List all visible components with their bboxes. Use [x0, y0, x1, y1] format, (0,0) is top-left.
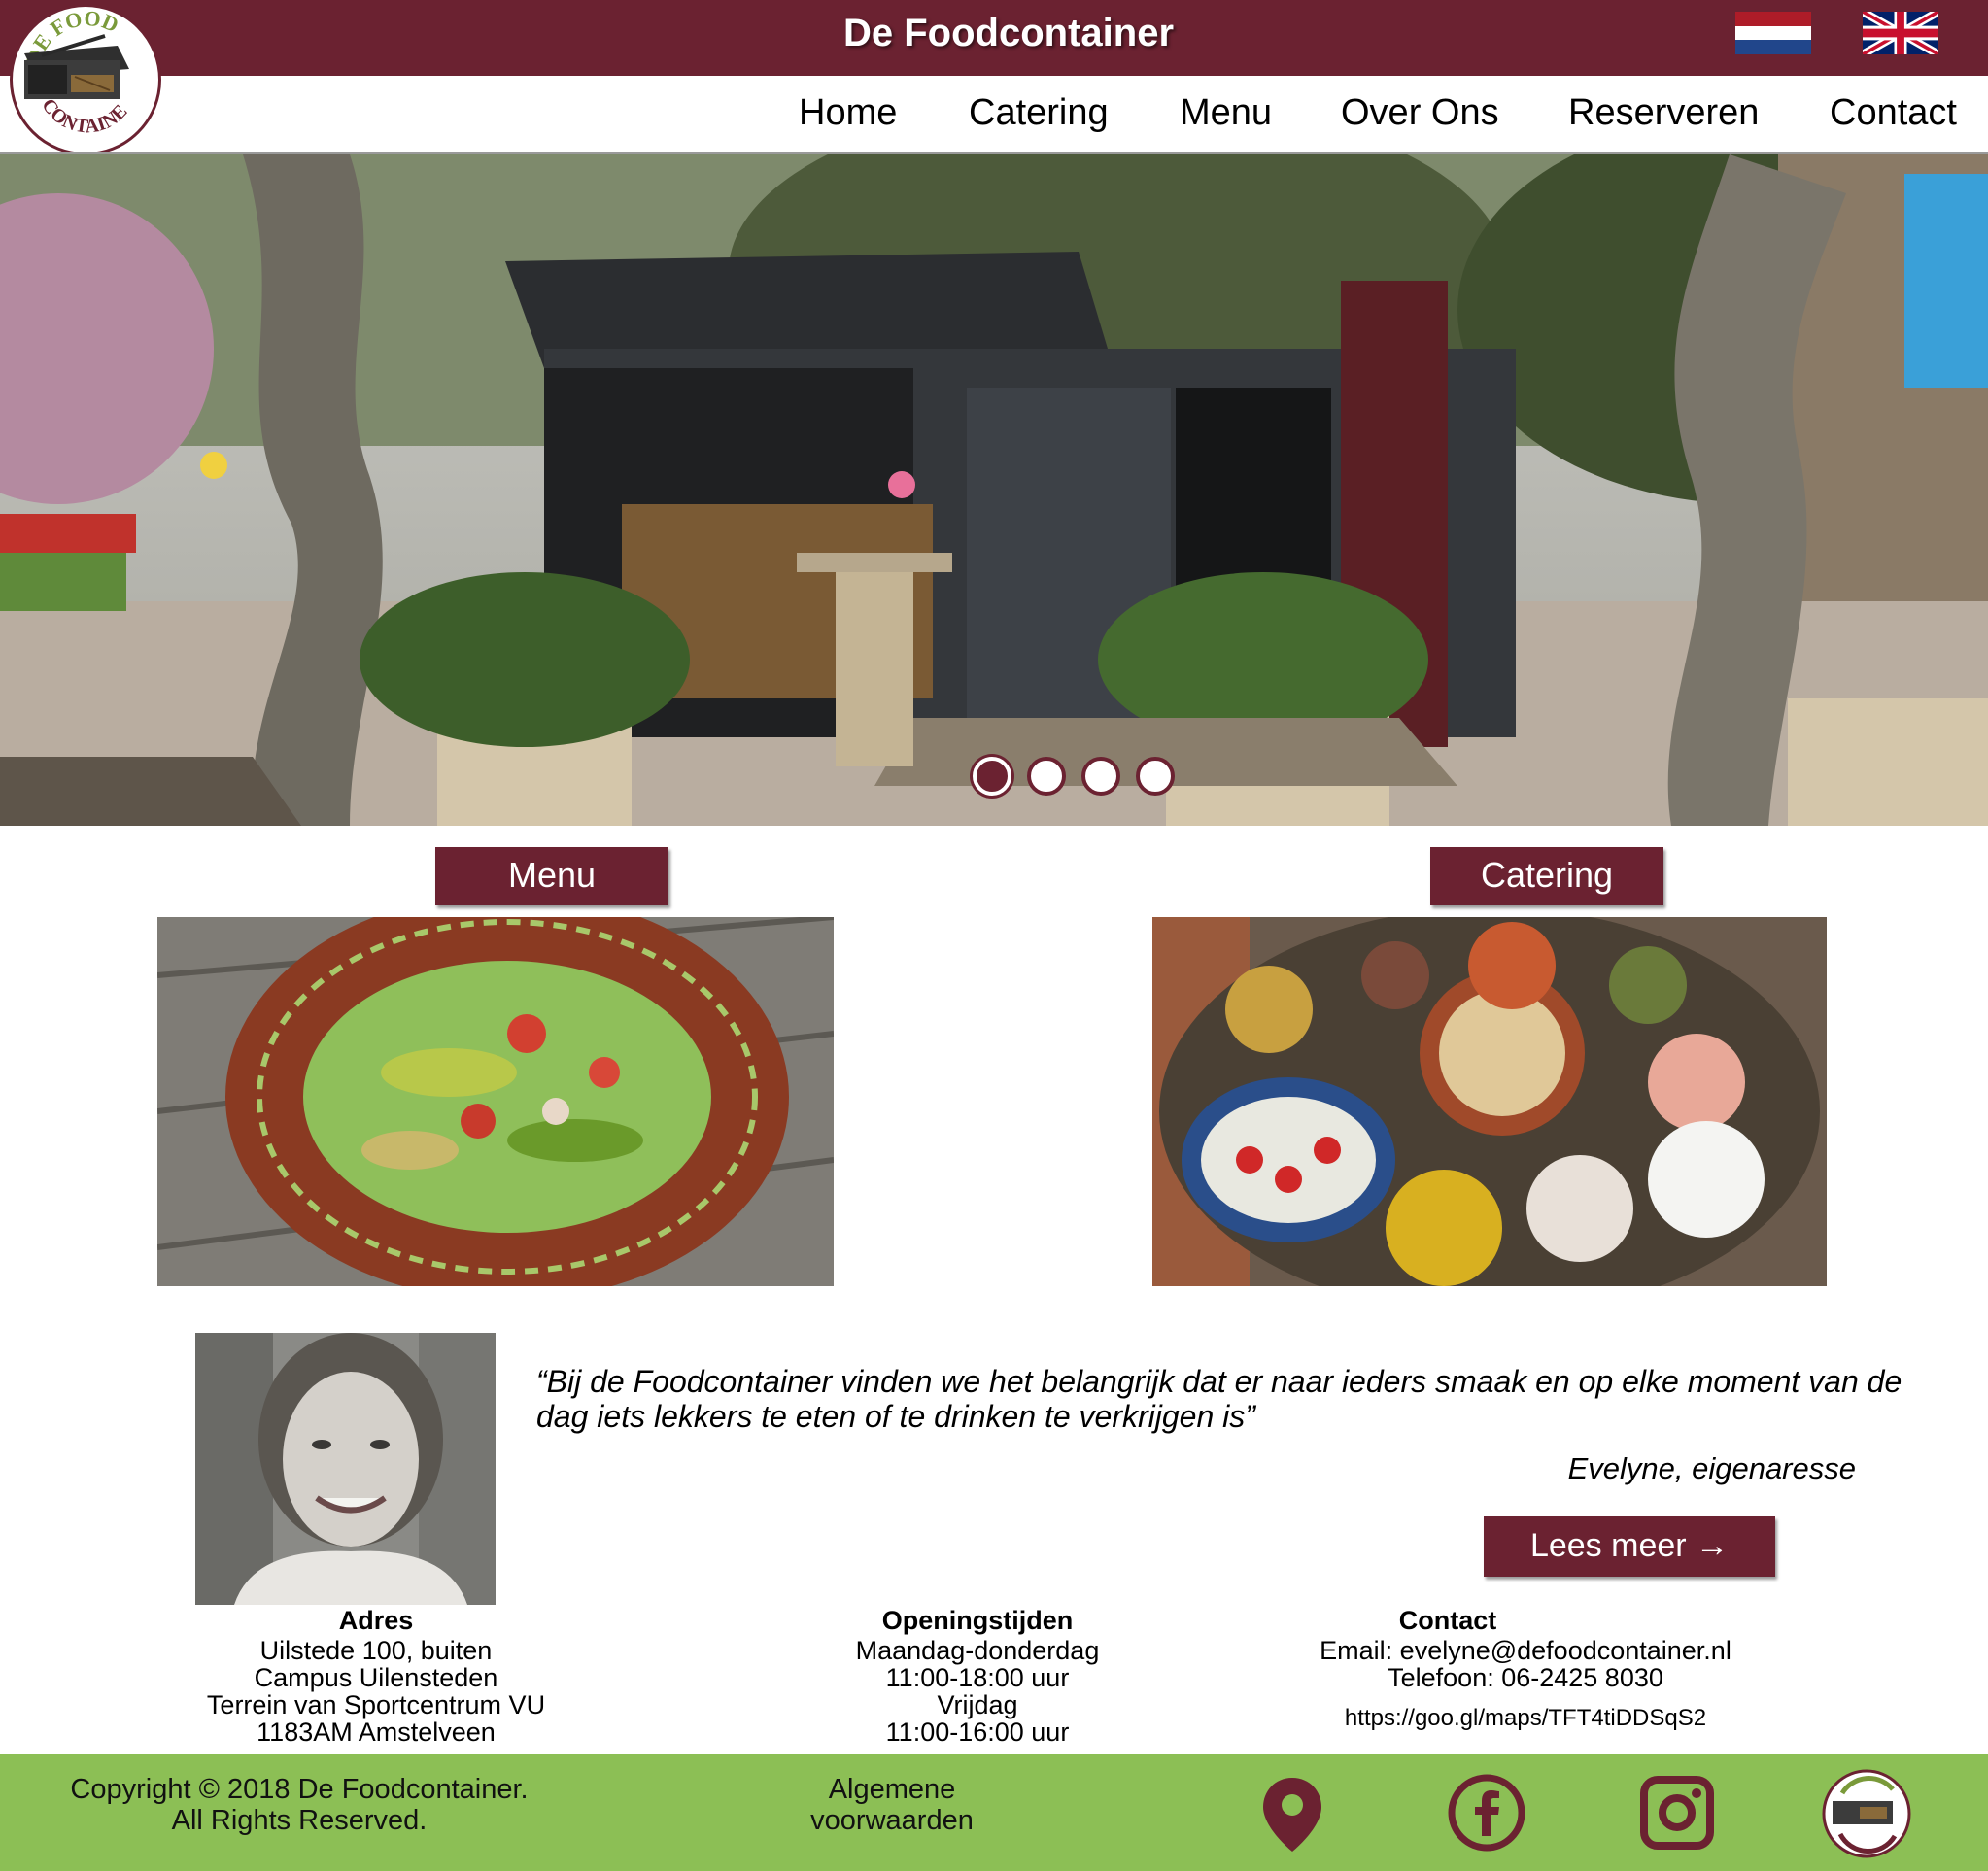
copyright-line-2: All Rights Reserved.: [171, 1805, 428, 1836]
nav-menu[interactable]: Menu: [1180, 92, 1272, 134]
address-line-2: Campus Uilensteden: [254, 1663, 498, 1692]
copyright-line-1: Copyright © 2018 De Foodcontainer.: [70, 1774, 529, 1805]
slider-dots: [973, 757, 1177, 798]
address-line-4: 1183AM Amstelveen: [257, 1718, 496, 1747]
main-nav: Home Catering Menu Over Ons Reserveren C…: [0, 92, 1988, 136]
menu-image[interactable]: [157, 917, 834, 1286]
contact-email[interactable]: Email: evelyne@defoodcontainer.nl: [1253, 1637, 1798, 1664]
testimonial-quote: “Bij de Foodcontainer vinden we het bela…: [536, 1364, 1902, 1434]
nav-reserveren[interactable]: Reserveren: [1568, 92, 1759, 134]
nl-flag-icon[interactable]: [1735, 12, 1811, 54]
facebook-icon[interactable]: [1446, 1772, 1527, 1854]
site-title: De Foodcontainer: [842, 12, 1175, 54]
menu-button[interactable]: Menu: [435, 847, 668, 905]
address-heading: Adres: [338, 1606, 414, 1635]
hero-image: [0, 154, 1988, 826]
terms-link[interactable]: Algemene voorwaarden: [758, 1774, 1026, 1836]
tapas-platter-image: [1152, 917, 1827, 1286]
slider-dot-2[interactable]: [1027, 757, 1066, 796]
owner-portrait: [195, 1333, 496, 1605]
hours-line-1: Maandag-donderdag: [855, 1636, 1100, 1665]
hours-line-3: Vrijdag: [937, 1690, 1018, 1719]
hours-line-2: 11:00-18:00 uur: [885, 1663, 1070, 1692]
slider-dot-3[interactable]: [1081, 757, 1120, 796]
catering-button[interactable]: Catering: [1430, 847, 1663, 905]
terms-line-2: voorwaarden: [810, 1805, 974, 1836]
terms-line-1: Algemene: [828, 1774, 956, 1805]
instagram-icon[interactable]: [1636, 1772, 1718, 1854]
hours-line-4: 11:00-16:00 uur: [885, 1718, 1070, 1747]
testimonial-author: Evelyne, eigenaresse: [1567, 1451, 1856, 1485]
uk-flag-icon[interactable]: [1863, 12, 1938, 54]
read-more-button[interactable]: Lees meer →: [1484, 1516, 1775, 1577]
top-bar: De Foodcontainer: [0, 0, 1988, 76]
address-line-3: Terrein van Sportcentrum VU: [206, 1690, 546, 1719]
hero-slider[interactable]: [0, 154, 1988, 826]
contact-phone: Telefoon: 06-2425 8030: [1388, 1663, 1663, 1692]
slider-dot-4[interactable]: [1136, 757, 1175, 796]
nav-over-ons[interactable]: Over Ons: [1341, 92, 1499, 134]
nav-contact[interactable]: Contact: [1830, 92, 1957, 134]
address-line-1: Uilstede 100, buiten: [259, 1636, 493, 1665]
portrait-image: [195, 1333, 496, 1605]
address-block: Adres Uilstede 100, buiten Campus Uilens…: [155, 1607, 597, 1746]
contact-block: Contact Email: evelyne@defoodcontainer.n…: [1253, 1607, 1798, 1732]
catering-image[interactable]: [1152, 917, 1827, 1286]
contact-heading: Contact: [1398, 1606, 1497, 1635]
salad-plate-image: [157, 917, 834, 1286]
maps-link[interactable]: https://goo.gl/maps/TFT4tiDDSqS2: [1253, 1705, 1798, 1732]
copyright: Copyright © 2018 De Foodcontainer. All R…: [47, 1774, 552, 1836]
footer: Copyright © 2018 De Foodcontainer. All R…: [0, 1754, 1988, 1871]
slider-dot-1[interactable]: [973, 757, 1011, 796]
location-pin-icon[interactable]: [1251, 1772, 1333, 1854]
logo-icon[interactable]: [1821, 1768, 1912, 1859]
nav-catering[interactable]: Catering: [969, 92, 1109, 134]
nav-home[interactable]: Home: [799, 92, 897, 134]
